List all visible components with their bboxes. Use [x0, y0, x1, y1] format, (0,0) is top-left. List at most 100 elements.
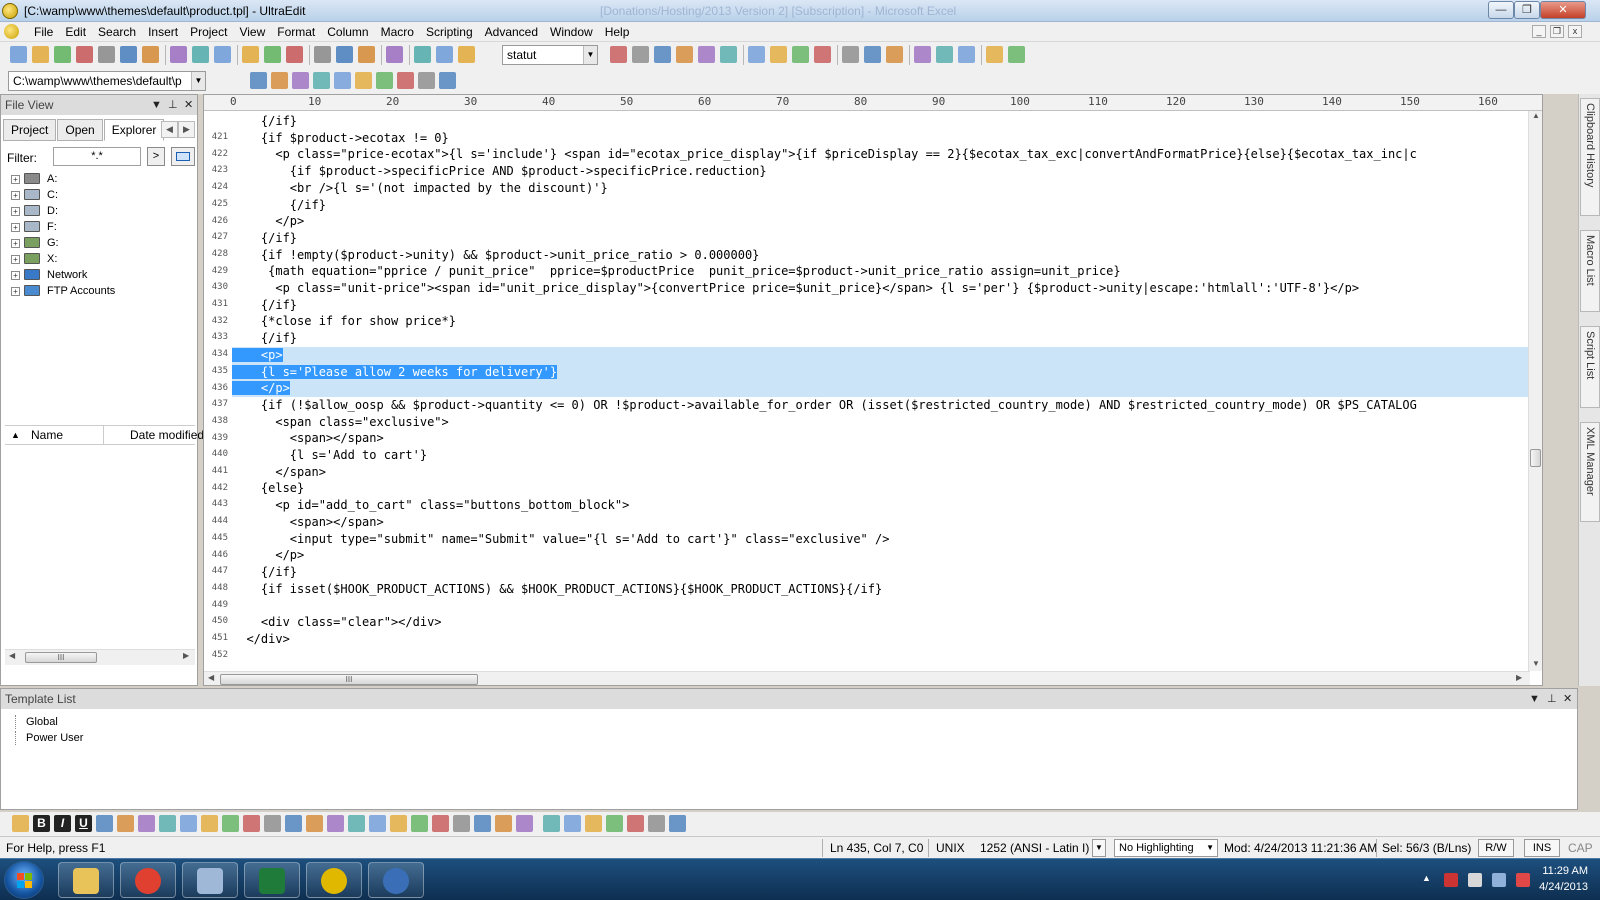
- status-encoding[interactable]: 1252 (ANSI - Latin I): [980, 840, 1089, 856]
- web-search-icon[interactable]: [914, 46, 931, 63]
- code-line[interactable]: </p>: [232, 213, 1542, 230]
- font-icon[interactable]: [214, 46, 231, 63]
- code-editor[interactable]: 0 10 20 30 40 50 60 70 80 90 100 110 120 130 140 150 160…: [203, 94, 1543, 686]
- perl-icon[interactable]: [397, 72, 414, 89]
- status-line-ending[interactable]: UNIX: [936, 840, 965, 856]
- comment-icon[interactable]: [585, 815, 602, 832]
- code-line[interactable]: <input type="submit" name="Submit" value…: [232, 531, 1542, 548]
- underline-icon[interactable]: U: [75, 815, 92, 832]
- mdi-minimize-button[interactable]: _: [1532, 25, 1546, 38]
- menu-view[interactable]: View: [233, 24, 271, 40]
- macro-play-icon[interactable]: [698, 46, 715, 63]
- table-row-icon[interactable]: [117, 815, 134, 832]
- filter-input[interactable]: *.*: [53, 147, 141, 166]
- checkbox-icon[interactable]: [390, 815, 407, 832]
- template-item-global[interactable]: Global: [15, 715, 58, 729]
- expand-icon[interactable]: +: [11, 223, 20, 232]
- tab-open[interactable]: Open: [57, 119, 103, 141]
- italic-icon[interactable]: I: [54, 815, 71, 832]
- tag-list-icon[interactable]: [286, 46, 303, 63]
- menu-edit[interactable]: Edit: [59, 24, 92, 40]
- tab-macro-list[interactable]: Macro List: [1580, 230, 1600, 312]
- code-line[interactable]: {/if}: [232, 113, 1542, 130]
- tab-xml-manager[interactable]: XML Manager: [1580, 422, 1600, 522]
- help-icon[interactable]: [1008, 46, 1025, 63]
- frame-icon[interactable]: [159, 815, 176, 832]
- expand-icon[interactable]: +: [11, 255, 20, 264]
- more-icon[interactable]: [669, 815, 686, 832]
- template-item-power-user[interactable]: Power User: [15, 731, 83, 745]
- color-icon[interactable]: [180, 815, 197, 832]
- ftp-icon[interactable]: [936, 46, 953, 63]
- scroll-left-icon[interactable]: ◀: [208, 673, 214, 682]
- chevron-down-icon[interactable]: ▼: [1092, 839, 1106, 857]
- back-icon[interactable]: [32, 46, 49, 63]
- tab-explorer[interactable]: Explorer: [103, 119, 165, 141]
- column-mode-icon[interactable]: [720, 46, 737, 63]
- replace-icon[interactable]: [632, 46, 649, 63]
- find-in-files-icon[interactable]: [610, 46, 627, 63]
- tree-item[interactable]: + D:: [11, 203, 115, 219]
- image-icon[interactable]: [264, 815, 281, 832]
- code-line[interactable]: </p>: [232, 380, 1542, 398]
- yahoo-icon[interactable]: [271, 72, 288, 89]
- document-menu-icon[interactable]: [4, 24, 19, 39]
- selected-code-text[interactable]: {l s='Please allow 2 weeks for delivery'…: [232, 364, 558, 379]
- expand-icon[interactable]: +: [11, 287, 20, 296]
- bookmark-icon[interactable]: [314, 46, 331, 63]
- expand-icon[interactable]: +: [11, 207, 20, 216]
- browser-icon[interactable]: [543, 815, 560, 832]
- tray-expand-icon[interactable]: ▲: [1422, 873, 1436, 887]
- scroll-right-icon[interactable]: ▶: [183, 651, 189, 660]
- tree-item[interactable]: + C:: [11, 187, 115, 203]
- tree-item[interactable]: + A:: [11, 171, 115, 187]
- refresh-icon[interactable]: [958, 46, 975, 63]
- tab-scroll-left-icon[interactable]: ◀: [161, 121, 178, 138]
- menu-format[interactable]: Format: [271, 24, 321, 40]
- function-list-combo[interactable]: statut ▼: [502, 45, 598, 65]
- wikipedia-icon[interactable]: [292, 72, 309, 89]
- print-icon[interactable]: [170, 46, 187, 63]
- code-line[interactable]: </div>: [232, 631, 1542, 648]
- column-date-modified[interactable]: Date modified: [103, 426, 204, 444]
- code-line[interactable]: <p class="unit-price"><span id="unit_pri…: [232, 280, 1542, 297]
- selected-code-text[interactable]: <p>: [232, 347, 283, 362]
- code-line[interactable]: {if $product->ecotax != 0}: [232, 130, 1542, 147]
- code-line[interactable]: <p class="price-ecotax">{l s='include'} …: [232, 146, 1542, 163]
- print-preview-icon[interactable]: [192, 46, 209, 63]
- menu-column[interactable]: Column: [321, 24, 374, 40]
- cut-icon[interactable]: [414, 46, 431, 63]
- button-icon[interactable]: [369, 815, 386, 832]
- save-all-icon[interactable]: [142, 46, 159, 63]
- tools-icon[interactable]: [627, 815, 644, 832]
- pin-icon[interactable]: ⊥: [168, 95, 178, 115]
- new-file-icon[interactable]: [76, 46, 93, 63]
- code-line[interactable]: {/if}: [232, 297, 1542, 314]
- form-icon[interactable]: [285, 815, 302, 832]
- expand-icon[interactable]: +: [11, 191, 20, 200]
- tree-item[interactable]: + F:: [11, 219, 115, 235]
- format-icon[interactable]: [264, 46, 281, 63]
- scrollbar-thumb[interactable]: III: [25, 652, 97, 663]
- menu-file[interactable]: File: [28, 24, 59, 40]
- open-file-icon[interactable]: [10, 46, 27, 63]
- code-line[interactable]: </p>: [232, 547, 1542, 564]
- align-left-icon[interactable]: [748, 46, 765, 63]
- forward-icon[interactable]: [54, 46, 71, 63]
- horizontal-scrollbar-thumb[interactable]: III: [220, 674, 478, 685]
- scroll-left-icon[interactable]: ◀: [9, 651, 15, 660]
- menu-scripting[interactable]: Scripting: [420, 24, 479, 40]
- close-icon[interactable]: ✕: [184, 95, 193, 115]
- indent-icon[interactable]: [222, 815, 239, 832]
- radio-icon[interactable]: [411, 815, 428, 832]
- wrap-icon[interactable]: [242, 46, 259, 63]
- read-write-toggle[interactable]: R/W: [1478, 839, 1514, 857]
- tree-item[interactable]: + X:: [11, 251, 115, 267]
- code-line[interactable]: {math equation="pprice / punit_price" pp…: [232, 263, 1542, 280]
- code-line[interactable]: {if isset($HOOK_PRODUCT_ACTIONS) && $HOO…: [232, 581, 1542, 598]
- code-line[interactable]: {if !empty($product->unity) && $product-…: [232, 247, 1542, 264]
- php-icon[interactable]: [334, 72, 351, 89]
- menu-advanced[interactable]: Advanced: [479, 24, 544, 40]
- save-icon[interactable]: [120, 46, 137, 63]
- code-line[interactable]: {/if}: [232, 230, 1542, 247]
